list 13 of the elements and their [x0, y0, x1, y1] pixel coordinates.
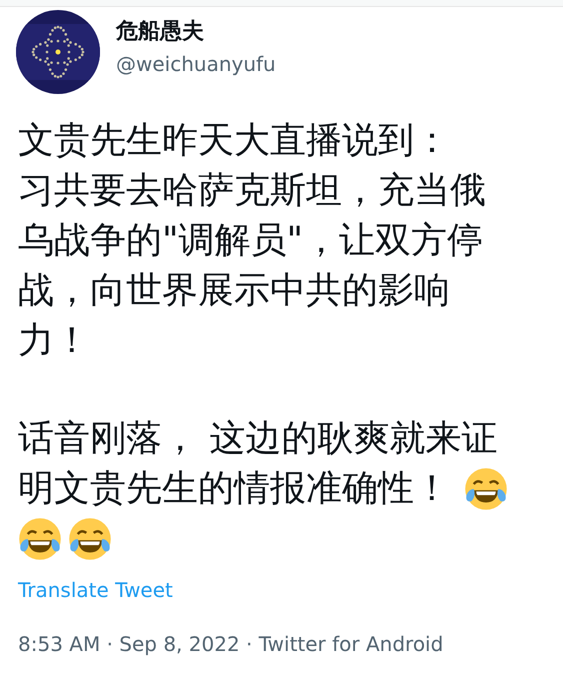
tweet-text-line: 乌战争的"调解员"，让双方停 [18, 219, 484, 263]
tweet-text-line: 力！ [18, 319, 90, 363]
laughing-tears-emoji-icon [68, 517, 112, 561]
tweet-text-line: 习共要去哈萨克斯坦，充当俄 [18, 169, 486, 213]
tweet-timestamp[interactable]: 8:53 AM · Sep 8, 2022 · Twitter for Android [18, 632, 444, 656]
tweet-text-line: 明文贵先生的情报准确性！ [18, 467, 450, 511]
tweet-text-line: 文贵先生昨天大直播说到： [18, 119, 450, 163]
user-handle[interactable]: @weichuanyufu [116, 52, 276, 76]
tweet-text-line: 战，向世界展示中共的影响 [18, 269, 450, 313]
laughing-tears-emoji-icon [464, 467, 508, 511]
laughing-tears-emoji-icon [18, 517, 62, 561]
display-name[interactable]: 危船愚夫 [116, 16, 276, 46]
tweet-text-line: 话音刚落， 这边的耿爽就来证 [18, 417, 498, 461]
